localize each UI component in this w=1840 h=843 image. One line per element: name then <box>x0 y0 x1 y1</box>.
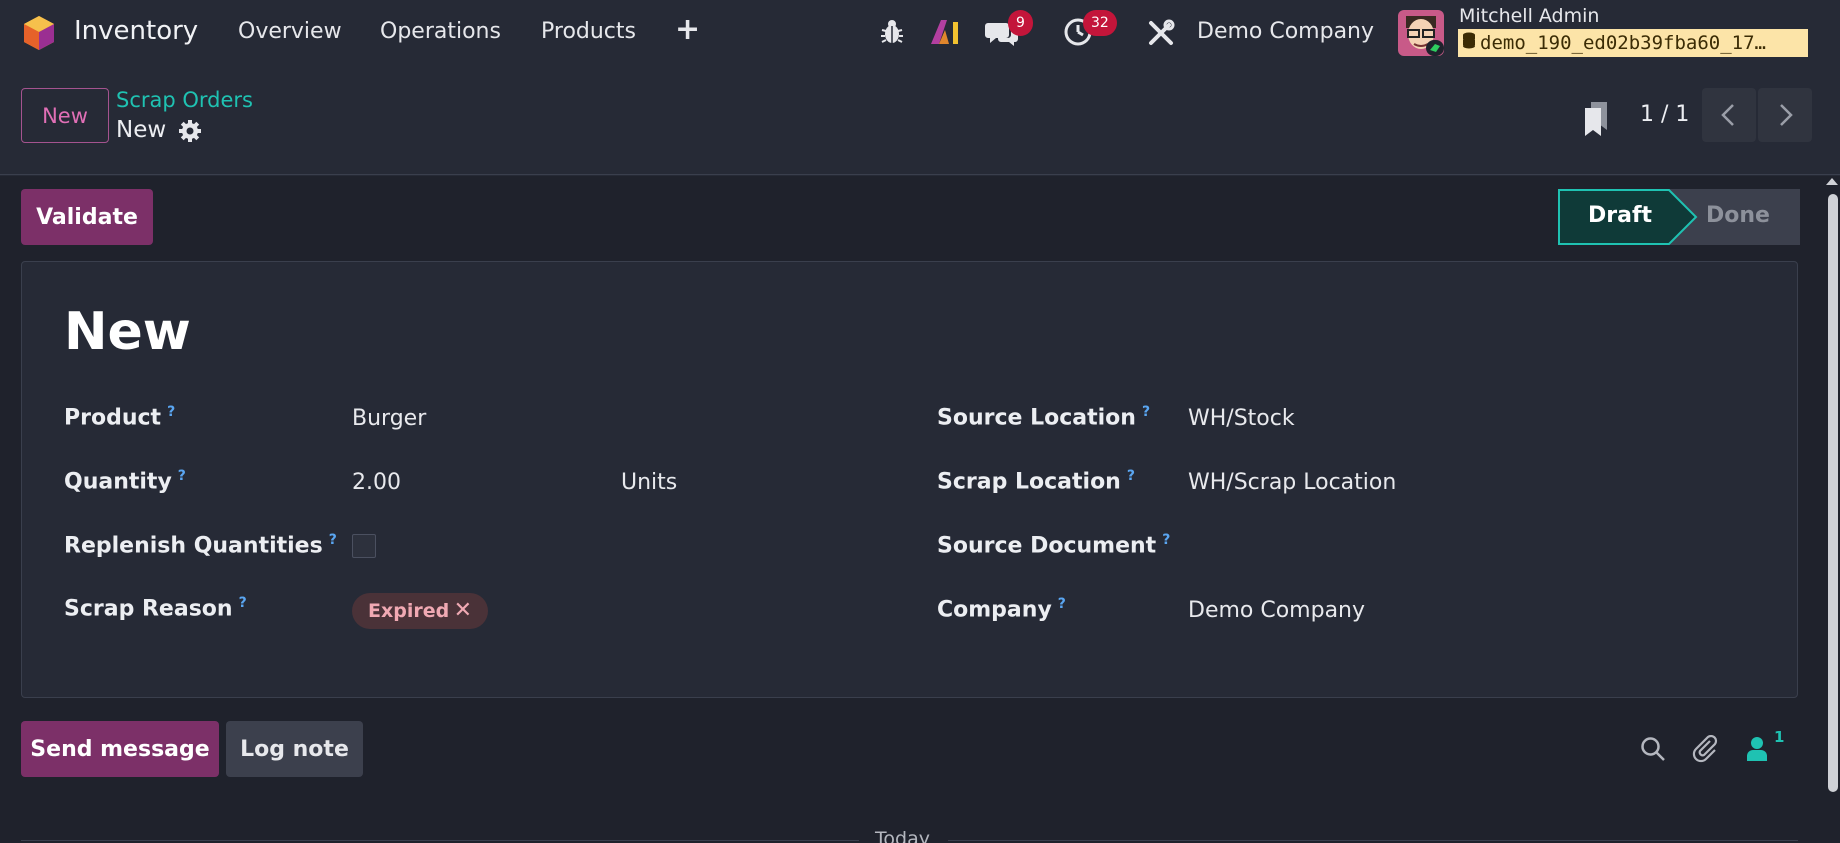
debug-bug-icon[interactable] <box>880 18 904 50</box>
today-divider-left <box>21 840 859 841</box>
help-icon[interactable]: ? <box>329 532 337 548</box>
source-document-label: Source Document? <box>937 532 1171 559</box>
company-switcher[interactable]: Demo Company <box>1197 19 1374 44</box>
form-sheet <box>21 261 1798 698</box>
database-name: demo_190_ed02b39fba60_17… <box>1480 32 1766 54</box>
activities-badge: 32 <box>1083 10 1117 36</box>
scroll-up-arrow-icon[interactable] <box>1826 178 1838 185</box>
chevron-left-icon <box>1721 104 1734 126</box>
breadcrumb-current: New <box>116 117 167 143</box>
source-document-field[interactable] <box>1188 534 1688 562</box>
app-name[interactable]: Inventory <box>74 16 198 46</box>
scrap-location-field[interactable]: WH/Scrap Location <box>1188 470 1396 495</box>
bookmarks-icon[interactable] <box>1583 100 1611 136</box>
messages-badge: 9 <box>1008 10 1033 36</box>
company-field[interactable]: Demo Company <box>1188 598 1365 623</box>
scrollbar-thumb[interactable] <box>1828 194 1838 792</box>
remove-tag-icon[interactable]: ✕ <box>454 593 472 629</box>
user-avatar[interactable] <box>1398 10 1444 56</box>
company-label: Company? <box>937 596 1066 623</box>
help-icon[interactable]: ? <box>1142 404 1150 420</box>
record-title: New <box>64 302 191 362</box>
status-bar: Draft Done <box>1558 189 1800 245</box>
control-panel <box>0 64 1840 175</box>
help-icon[interactable]: ? <box>1058 596 1066 612</box>
search-icon[interactable] <box>1640 736 1666 766</box>
replenish-quantities-label: Replenish Quantities? <box>64 532 337 559</box>
help-icon[interactable]: ? <box>1127 468 1135 484</box>
status-done[interactable]: Done <box>1706 203 1770 228</box>
today-separator: Today <box>875 828 930 843</box>
scrap-reason-tag-label: Expired <box>368 600 450 622</box>
user-name[interactable]: Mitchell Admin <box>1459 5 1599 27</box>
pager-previous-button[interactable] <box>1702 88 1756 142</box>
database-icon <box>1462 30 1476 58</box>
quantity-label: Quantity? <box>64 468 186 495</box>
new-record-button[interactable]: New <box>21 88 109 143</box>
breadcrumb-scrap-orders[interactable]: Scrap Orders <box>116 88 253 112</box>
menu-more-icon[interactable]: + <box>675 12 700 47</box>
source-location-label: Source Location? <box>937 404 1151 431</box>
gear-icon[interactable] <box>178 119 202 143</box>
followers-count: 1 <box>1774 728 1785 746</box>
unit-of-measure-field[interactable]: Units <box>621 470 677 495</box>
chevron-right-icon <box>1780 104 1793 126</box>
inventory-app-icon[interactable] <box>20 14 58 52</box>
paperclip-icon[interactable] <box>1692 734 1720 767</box>
help-icon[interactable]: ? <box>167 404 175 420</box>
scrap-reason-tag[interactable]: Expired ✕ <box>352 593 488 629</box>
validate-button[interactable]: Validate <box>21 189 153 245</box>
help-icon[interactable]: ? <box>239 595 247 611</box>
menu-overview[interactable]: Overview <box>238 19 342 44</box>
menu-operations[interactable]: Operations <box>380 19 501 44</box>
odoo-ai-icon[interactable] <box>929 18 961 50</box>
help-icon[interactable]: ? <box>1162 532 1170 548</box>
pager-value[interactable]: 1 / 1 <box>1640 102 1689 127</box>
scrap-reason-label: Scrap Reason? <box>64 595 247 622</box>
menu-products[interactable]: Products <box>541 19 636 44</box>
followers-user-icon[interactable] <box>1746 736 1768 766</box>
quantity-field[interactable]: 2.00 <box>352 470 401 495</box>
log-note-button[interactable]: Log note <box>226 721 363 777</box>
help-icon[interactable]: ? <box>178 468 186 484</box>
send-message-button[interactable]: Send message <box>21 721 219 777</box>
database-tag: demo_190_ed02b39fba60_17… <box>1458 29 1808 57</box>
today-divider-right <box>948 840 1798 841</box>
scrap-location-label: Scrap Location? <box>937 468 1135 495</box>
product-label: Product? <box>64 404 176 431</box>
replenish-quantities-checkbox[interactable] <box>352 534 376 558</box>
product-field[interactable]: Burger <box>352 406 426 431</box>
status-draft[interactable]: Draft <box>1588 203 1652 228</box>
pager-next-button[interactable] <box>1758 88 1812 142</box>
tools-icon[interactable] <box>1147 19 1175 51</box>
top-navbar: Inventory Overview Operations Products + <box>0 0 1840 64</box>
source-location-field[interactable]: WH/Stock <box>1188 406 1295 431</box>
